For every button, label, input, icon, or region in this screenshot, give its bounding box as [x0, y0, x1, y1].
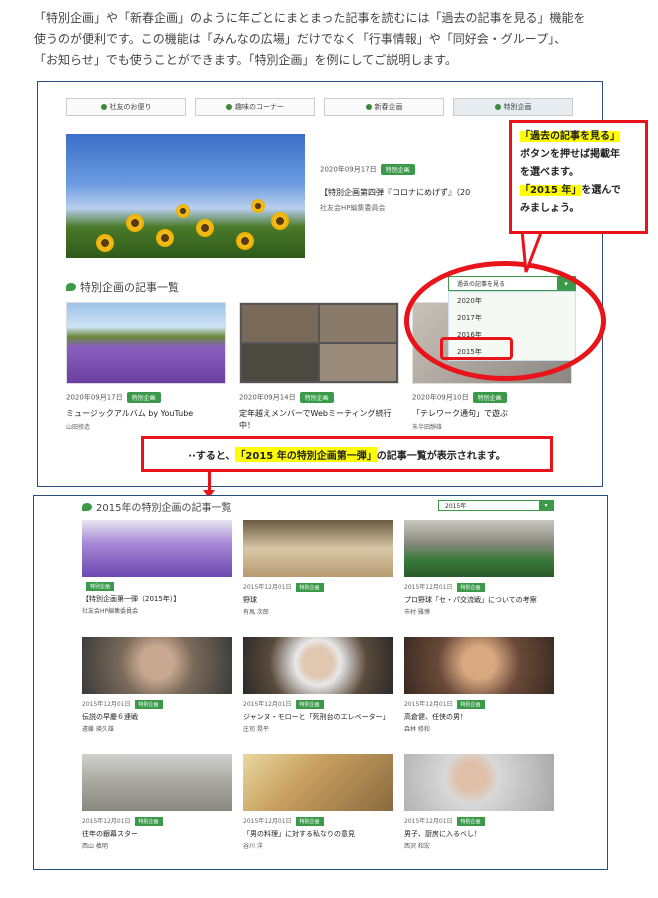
portrait-image [243, 637, 393, 694]
tab-label: 新春企画 [374, 103, 403, 111]
category-tabs: 社友のお便り 趣味のコーナー 新春企画 特別企画 [66, 98, 573, 116]
card-title: 定年越えメンバーでWebミーティング続行中！ [239, 409, 392, 430]
tab-newyear[interactable]: 新春企画 [324, 98, 444, 116]
article-card[interactable]: 2020年09月17日 特別企画 ミュージックアルバム by YouTube 山田… [66, 302, 226, 431]
card-author: 朱半田靜雄 [412, 424, 443, 431]
instruction-callout: 「過去の記事を見る」 ボタンを押せば掲載年 を選べます。 「2015 年」を選ん… [509, 120, 648, 234]
section-heading: 2015年の特別企画の記事一覧 [82, 499, 231, 514]
lavender-field-image [66, 302, 226, 384]
selection-highlight [440, 337, 513, 360]
street-image [82, 754, 232, 811]
article-card[interactable]: 2015年12月01日 特別企画 高倉健、任侠の男！ 森林 修和 [404, 637, 554, 733]
card-date: 2020年09月10日 特別企画 [412, 392, 572, 403]
card-author: 山田修造 [66, 424, 91, 431]
hero-author: 社友会HP編集委員会 [320, 204, 386, 212]
chevron-down-icon: ▾ [539, 501, 553, 510]
card-title: ミュージックアルバム by YouTube [66, 409, 194, 418]
bullet-icon [226, 104, 232, 110]
lavender-image [82, 520, 232, 577]
tab-letters[interactable]: 社友のお便り [66, 98, 186, 116]
year-dropdown[interactable]: 2015年 ▾ [438, 500, 554, 511]
intro-line: 「特別企画」や「新春企画」のように年ごとにまとまった記事を読むには「過去の記事を… [34, 11, 586, 25]
callout-tail [520, 230, 546, 273]
baseball-image [243, 520, 393, 577]
hero-title[interactable]: 【特別企画第四弾『コロナにめげず』（20 [320, 187, 470, 198]
tab-label: 特別企画 [503, 103, 532, 111]
intro-line: 「お知らせ」でも使うことができます。「特別企画」を例にしてご説明します。 [34, 53, 458, 67]
section-heading: 特別企画の記事一覧 [66, 279, 179, 295]
tab-hobby[interactable]: 趣味のコーナー [195, 98, 315, 116]
intro-text: 「特別企画」や「新春企画」のように年ごとにまとまった記事を読むには「過去の記事を… [34, 8, 634, 71]
article-card[interactable]: 特別企画 【特別企画第一弾（2015年）】 社友会HP編集委員会 [82, 520, 232, 615]
card-date: 2020年09月17日 特別企画 [66, 392, 226, 403]
article-card[interactable]: 2015年12月01日 特別企画 伝説の早慶６連戦 遠藤 瑛久雄 [82, 637, 232, 733]
article-card[interactable]: 2020年09月14日 特別企画 定年越えメンバーでWebミーティング続行中！ [239, 302, 399, 432]
hero-date: 2020年09月17日 特別企画 [320, 164, 415, 175]
portrait-image [404, 754, 554, 811]
portrait-image [404, 637, 554, 694]
speech-bubble-icon [66, 283, 76, 291]
speech-bubble-icon [82, 502, 92, 511]
tab-label: 趣味のコーナー [235, 103, 284, 111]
highlight-ring [404, 261, 606, 381]
card-date: 2020年09月14日 特別企画 [239, 392, 399, 403]
screenshot-panel-2015-list: 2015年の特別企画の記事一覧 2015年 ▾ 特別企画 【特別企画第一弾（2015… [33, 495, 608, 870]
stadium-image [404, 520, 554, 577]
family-image [243, 754, 393, 811]
bullet-icon [100, 104, 107, 110]
bullet-icon [494, 104, 501, 110]
portrait-image [82, 637, 232, 694]
article-card[interactable]: 2015年12月01日 特別企画 「男の料理」に対する私なりの意見 谷川 洋 [243, 754, 393, 850]
intro-line: 使うのが便利です。この機能は「みんなの広場」だけでなく「行事情報」や「同好会・グ… [34, 32, 567, 46]
article-card[interactable]: 2015年12月01日 特別企画 男子、厨房に入るべし！ 西沢 和宏 [404, 754, 554, 850]
article-card[interactable]: 2015年12月01日 特別企画 往年の銀幕スター 西山 槙明 [82, 754, 232, 850]
video-call-image [239, 302, 399, 384]
tab-special[interactable]: 特別企画 [453, 98, 573, 116]
article-card[interactable]: 2015年12月01日 特別企画 プロ野球「セ・パ交流戦」についての考察 市村 雅博 [404, 520, 554, 616]
result-callout: ··すると、 「2015 年の特別企画第一弾」 の記事一覧が表示されます。 [141, 436, 553, 472]
card-title: 「テレワーク通句」で遊ぶ [412, 409, 508, 418]
article-card[interactable]: 2015年12月01日 特別企画 ジャンヌ・モローと「死刑台のエレベーター」 庄司 晃… [243, 637, 393, 733]
category-badge: 特別企画 [380, 164, 415, 175]
article-card[interactable]: 2015年12月01日 特別企画 野球 有馬 次郎 [243, 520, 393, 616]
bullet-icon [365, 104, 372, 110]
tab-label: 社友のお便り [109, 103, 152, 111]
hero-image-sunflowers[interactable] [66, 134, 305, 258]
